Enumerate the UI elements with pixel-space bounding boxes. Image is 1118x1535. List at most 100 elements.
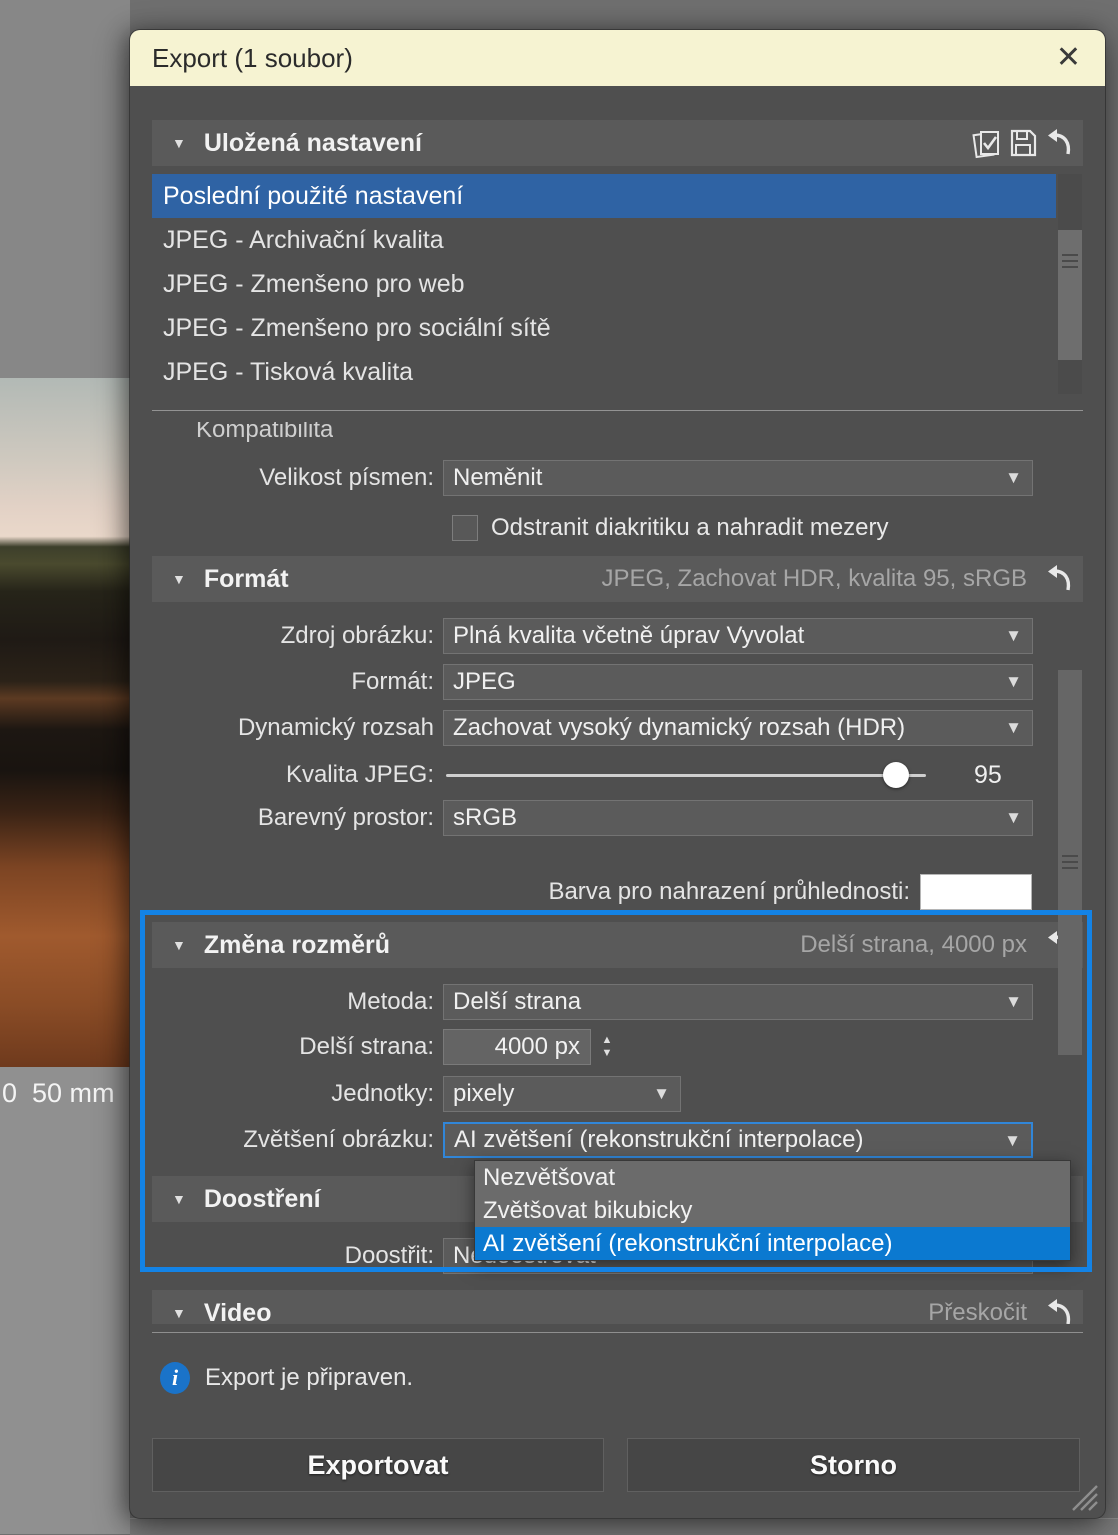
jpeg-quality-slider-thumb[interactable] — [883, 762, 909, 788]
diacritics-checkbox[interactable] — [452, 515, 478, 541]
collapse-icon[interactable]: ▼ — [152, 937, 204, 953]
info-icon: i — [160, 1362, 190, 1394]
reset-video-icon[interactable] — [1041, 1295, 1077, 1324]
apply-preset-icon[interactable] — [969, 125, 1005, 161]
row-dynamic-range: Dynamický rozsah Zachovat vysoký dynamic… — [152, 710, 1083, 746]
save-preset-icon[interactable] — [1005, 125, 1041, 161]
preset-list-scrollbar[interactable] — [1058, 174, 1082, 394]
chevron-down-icon: ▼ — [1005, 992, 1022, 1012]
reset-format-icon[interactable] — [1041, 561, 1077, 597]
resize-grip-icon[interactable] — [1069, 1482, 1099, 1512]
units-dropdown[interactable]: pixely ▼ — [443, 1076, 681, 1112]
resize-method-dropdown[interactable]: Delší strana ▼ — [443, 984, 1033, 1020]
row-file-format: Formát: JPEG ▼ — [152, 664, 1083, 700]
row-letter-case: Velikost písmen: Neměnit ▼ — [152, 460, 1083, 496]
diacritics-label: Odstranit diakritiku a nahradit mezery — [491, 514, 889, 542]
status-row: i Export je připraven. — [152, 1360, 1083, 1396]
close-icon[interactable]: ✕ — [1056, 43, 1081, 73]
cancel-button[interactable]: Storno — [627, 1438, 1080, 1492]
background-bottom-strip — [130, 1518, 1118, 1535]
chevron-down-icon: ▼ — [1004, 1131, 1021, 1151]
color-space-label: Barevný prostor: — [152, 804, 443, 832]
status-message: Export je připraven. — [205, 1364, 413, 1392]
jpeg-quality-slider[interactable] — [446, 774, 926, 777]
photo-thumbnail — [0, 378, 130, 1067]
dialog-titlebar[interactable]: Export (1 soubor) ✕ — [130, 30, 1105, 86]
longer-side-value: 4000 px — [495, 1033, 580, 1061]
scrollbar-grip — [1062, 855, 1078, 871]
preset-item[interactable]: JPEG - Archivační kvalita — [152, 218, 1056, 262]
menu-item[interactable]: Nezvětšovat — [475, 1161, 1070, 1194]
divider — [152, 410, 1083, 411]
color-space-dropdown[interactable]: sRGB ▼ — [443, 800, 1033, 836]
spin-up-icon[interactable]: ▲ — [602, 1035, 613, 1046]
section-header-saved-presets[interactable]: ▼ Uložená nastavení — [152, 120, 1083, 166]
section-header-video-clip: ▼ Video Přeskočit — [152, 1290, 1083, 1324]
export-dialog: Export (1 soubor) ✕ ▼ Uložená nastavení — [130, 30, 1105, 1518]
upscale-value: AI zvětšení (rekonstrukční interpolace) — [454, 1126, 864, 1154]
compatibility-clipped-label: Kompatibilita — [196, 422, 333, 446]
collapse-icon[interactable]: ▼ — [152, 135, 204, 151]
export-button[interactable]: Exportovat — [152, 1438, 604, 1492]
file-format-label: Formát: — [152, 668, 443, 696]
chevron-down-icon: ▼ — [1005, 468, 1022, 488]
section-title-sharpening: Doostření — [204, 1185, 321, 1214]
resize-summary: Delší strana, 4000 px — [800, 931, 1041, 959]
format-summary: JPEG, Zachovat HDR, kvalita 95, sRGB — [602, 565, 1041, 593]
collapse-icon[interactable]: ▼ — [152, 571, 204, 587]
dynamic-range-dropdown[interactable]: Zachovat vysoký dynamický rozsah (HDR) ▼ — [443, 710, 1033, 746]
dynamic-range-label: Dynamický rozsah — [152, 714, 443, 742]
spin-down-icon[interactable]: ▼ — [602, 1048, 613, 1059]
preset-list-scrollbar-thumb[interactable] — [1058, 230, 1082, 360]
resize-method-value: Delší strana — [453, 988, 581, 1016]
dialog-title: Export (1 soubor) — [130, 43, 353, 74]
collapse-icon[interactable]: ▼ — [152, 1305, 204, 1321]
jpeg-quality-value: 95 — [974, 761, 1002, 790]
preset-item[interactable]: JPEG - Zmenšeno pro web — [152, 262, 1056, 306]
row-image-source: Zdroj obrázku: Plná kvalita včetně úprav… — [152, 618, 1083, 654]
letter-case-label: Velikost písmen: — [152, 464, 443, 492]
units-label: Jednotky: — [152, 1080, 443, 1108]
row-diacritics: Odstranit diakritiku a nahradit mezery — [152, 510, 1083, 546]
dialog-scrollbar-thumb[interactable] — [1058, 670, 1082, 1055]
row-resize-method: Metoda: Delší strana ▼ — [152, 984, 1083, 1020]
jpeg-quality-label: Kvalita JPEG: — [152, 761, 443, 789]
longer-side-label: Delší strana: — [152, 1033, 443, 1061]
units-value: pixely — [453, 1080, 514, 1108]
preset-item[interactable]: JPEG - Tisková kvalita — [152, 350, 1056, 394]
transparency-color-label: Barva pro nahrazení průhlednosti: — [152, 878, 920, 906]
transparency-color-swatch[interactable] — [920, 874, 1032, 910]
background-left-caption-area — [0, 1067, 130, 1534]
row-color-space: Barevný prostor: sRGB ▼ — [152, 800, 1083, 836]
chevron-down-icon: ▼ — [653, 1084, 670, 1104]
image-source-label: Zdroj obrázku: — [152, 622, 443, 650]
preset-item[interactable]: Poslední použité nastavení — [152, 174, 1056, 218]
row-longer-side: Delší strana: 4000 px ▲ ▼ — [152, 1029, 1083, 1065]
section-title-video: Video — [204, 1299, 272, 1325]
letter-case-value: Neměnit — [453, 464, 542, 492]
letter-case-dropdown[interactable]: Neměnit ▼ — [443, 460, 1033, 496]
longer-side-input[interactable]: 4000 px — [443, 1029, 591, 1065]
preset-item[interactable]: JPEG - Zmenšeno pro sociální sítě — [152, 306, 1056, 350]
file-format-dropdown[interactable]: JPEG ▼ — [443, 664, 1033, 700]
section-header-format[interactable]: ▼ Formát JPEG, Zachovat HDR, kvalita 95,… — [152, 556, 1083, 602]
resize-method-label: Metoda: — [152, 988, 443, 1016]
section-title-saved-presets: Uložená nastavení — [204, 129, 422, 158]
section-header-video[interactable]: ▼ Video Přeskočit — [152, 1290, 1083, 1324]
chevron-down-icon: ▼ — [1005, 718, 1022, 738]
sharpen-label: Doostřit: — [152, 1242, 443, 1270]
upscale-dropdown-menu: Nezvětšovat Zvětšovat bikubicky AI zvětš… — [474, 1160, 1071, 1261]
menu-item-selected[interactable]: AI zvětšení (rekonstrukční interpolace) — [475, 1227, 1070, 1260]
longer-side-stepper[interactable]: ▲ ▼ — [594, 1029, 620, 1065]
menu-item[interactable]: Zvětšovat bikubicky — [475, 1194, 1070, 1227]
image-source-dropdown[interactable]: Plná kvalita včetně úprav Vyvolat ▼ — [443, 618, 1033, 654]
section-header-resize[interactable]: ▼ Změna rozměrů Delší strana, 4000 px — [152, 922, 1083, 968]
collapse-icon[interactable]: ▼ — [152, 1191, 204, 1207]
photo-caption: 0 50 mm — [2, 1078, 115, 1109]
upscale-dropdown[interactable]: AI zvětšení (rekonstrukční interpolace) … — [443, 1122, 1033, 1158]
reset-presets-icon[interactable] — [1041, 125, 1077, 161]
row-transparency-color: Barva pro nahrazení průhlednosti: — [152, 874, 1083, 910]
image-source-value: Plná kvalita včetně úprav Vyvolat — [453, 622, 804, 650]
color-space-value: sRGB — [453, 804, 517, 832]
dynamic-range-value: Zachovat vysoký dynamický rozsah (HDR) — [453, 714, 905, 742]
